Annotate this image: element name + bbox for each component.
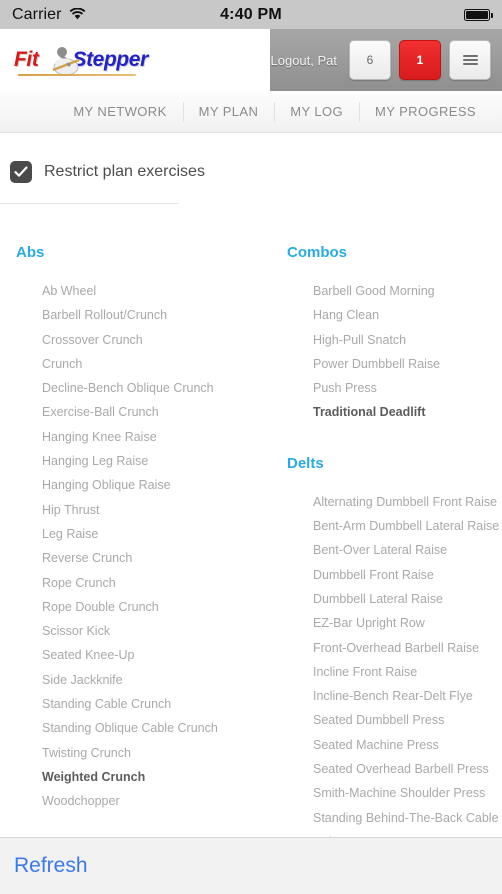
restrict-plan-row[interactable]: Restrict plan exercises	[0, 133, 502, 183]
list-item[interactable]: Twisting Crunch	[42, 741, 251, 765]
alerts-count: 1	[416, 53, 424, 67]
list-item[interactable]: High-Pull Snatch	[313, 328, 502, 352]
list-item-selected[interactable]: Traditional Deadlift	[313, 400, 502, 424]
tab-my-plan[interactable]: MY PLAN	[183, 104, 275, 119]
list-item[interactable]: Dumbbell Lateral Raise	[313, 587, 502, 611]
app-screen: Carrier 4:40 PM Fit Stepper Logout, Pat …	[0, 0, 502, 894]
list-item[interactable]: Hanging Oblique Raise	[42, 473, 251, 497]
list-item[interactable]: Smith-Machine Shoulder Press	[313, 781, 502, 805]
exercise-columns: Abs Ab Wheel Barbell Rollout/Crunch Cros…	[0, 204, 502, 837]
list-item[interactable]: Hanging Knee Raise	[42, 425, 251, 449]
exercise-column-right: Combos Barbell Good Morning Hang Clean H…	[251, 244, 502, 837]
exercise-list-delts: Alternating Dumbbell Front Raise Bent-Ar…	[287, 490, 502, 837]
list-item[interactable]: Barbell Good Morning	[313, 279, 502, 303]
list-item-selected[interactable]: Weighted Crunch	[42, 765, 251, 789]
exercise-group-delts: Delts Alternating Dumbbell Front Raise B…	[287, 455, 502, 837]
wifi-icon	[69, 5, 86, 25]
logo-text-fit: Fit	[14, 48, 39, 71]
refresh-button[interactable]: Refresh	[14, 854, 88, 878]
list-item[interactable]: Standing Oblique Cable Crunch	[42, 716, 251, 740]
list-item[interactable]: Ab Wheel	[42, 279, 251, 303]
list-item[interactable]: Dumbbell Front Raise	[313, 563, 502, 587]
notifications-button[interactable]: 6	[349, 40, 391, 80]
list-item[interactable]: Standing Cable Crunch	[42, 692, 251, 716]
list-item[interactable]: Seated Dumbbell Press	[313, 708, 502, 732]
hamburger-icon	[462, 55, 478, 65]
tab-my-log[interactable]: MY LOG	[274, 104, 359, 119]
menu-button[interactable]	[449, 40, 491, 80]
brand-logo[interactable]: Fit Stepper	[0, 29, 270, 91]
exercise-group-combos: Combos Barbell Good Morning Hang Clean H…	[287, 244, 502, 425]
main-navigation: MY NETWORK MY PLAN MY LOG MY PROGRESS	[0, 91, 502, 133]
restrict-plan-label: Restrict plan exercises	[44, 163, 205, 180]
list-item[interactable]: Scissor Kick	[42, 619, 251, 643]
list-item[interactable]: Rope Crunch	[42, 571, 251, 595]
list-item[interactable]: Seated Overhead Barbell Press	[313, 757, 502, 781]
status-bar-right	[464, 8, 493, 21]
list-item[interactable]: Reverse Crunch	[42, 546, 251, 570]
list-item[interactable]: Hanging Leg Raise	[42, 449, 251, 473]
restrict-plan-checkbox[interactable]	[10, 161, 32, 183]
list-item[interactable]: Hang Clean	[313, 303, 502, 327]
list-item[interactable]: Rope Double Crunch	[42, 595, 251, 619]
list-item[interactable]: EZ-Bar Upright Row	[313, 611, 502, 635]
list-item[interactable]: Seated Machine Press	[313, 733, 502, 757]
stepper-figure-icon	[45, 43, 87, 77]
tab-my-network[interactable]: MY NETWORK	[57, 104, 182, 119]
list-item[interactable]: Alternating Dumbbell Front Raise	[313, 490, 502, 514]
list-item[interactable]: Woodchopper	[42, 789, 251, 813]
alerts-button[interactable]: 1	[399, 40, 441, 80]
list-item[interactable]: Standing Behind-The-Back Cable Raise	[313, 806, 502, 837]
header-actions: Logout, Pat 6 1	[270, 29, 502, 91]
notifications-count: 6	[366, 53, 374, 67]
list-item[interactable]: Front-Overhead Barbell Raise	[313, 636, 502, 660]
list-item[interactable]: Bent-Over Lateral Raise	[313, 538, 502, 562]
tab-my-progress[interactable]: MY PROGRESS	[359, 104, 492, 119]
list-item[interactable]: Exercise-Ball Crunch	[42, 400, 251, 424]
list-item[interactable]: Decline-Bench Oblique Crunch	[42, 376, 251, 400]
list-item[interactable]: Bent-Arm Dumbbell Lateral Raise	[313, 514, 502, 538]
exercise-list-abs: Ab Wheel Barbell Rollout/Crunch Crossove…	[16, 279, 251, 814]
list-item[interactable]: Seated Knee-Up	[42, 643, 251, 667]
status-bar: Carrier 4:40 PM	[0, 0, 502, 29]
list-item[interactable]: Barbell Rollout/Crunch	[42, 303, 251, 327]
list-item[interactable]: Crunch	[42, 352, 251, 376]
group-title-combos: Combos	[287, 244, 347, 261]
list-item[interactable]: Incline-Bench Rear-Delt Flye	[313, 684, 502, 708]
list-item[interactable]: Side Jackknife	[42, 668, 251, 692]
check-icon	[14, 166, 28, 177]
group-title-delts: Delts	[287, 454, 324, 472]
battery-full-icon	[464, 8, 493, 21]
list-item[interactable]: Incline Front Raise	[313, 660, 502, 684]
group-title-abs: Abs	[16, 244, 45, 261]
list-item[interactable]: Hip Thrust	[42, 498, 251, 522]
content-area: Restrict plan exercises Abs Ab Wheel Bar…	[0, 133, 502, 837]
exercise-list-combos: Barbell Good Morning Hang Clean High-Pul…	[287, 279, 502, 425]
logout-label[interactable]: Logout, Pat	[271, 53, 338, 68]
list-item[interactable]: Push Press	[313, 376, 502, 400]
logo: Fit Stepper	[14, 43, 148, 77]
exercise-group-abs: Abs Ab Wheel Barbell Rollout/Crunch Cros…	[16, 244, 251, 814]
bottom-toolbar: Refresh	[0, 837, 502, 894]
app-header: Fit Stepper Logout, Pat 6 1	[0, 29, 502, 91]
list-item[interactable]: Crossover Crunch	[42, 328, 251, 352]
carrier-label: Carrier	[12, 5, 62, 23]
list-item[interactable]: Leg Raise	[42, 522, 251, 546]
exercise-column-left: Abs Ab Wheel Barbell Rollout/Crunch Cros…	[0, 244, 251, 837]
list-item[interactable]: Power Dumbbell Raise	[313, 352, 502, 376]
status-bar-left: Carrier	[12, 5, 86, 25]
logo-underline	[18, 74, 136, 76]
